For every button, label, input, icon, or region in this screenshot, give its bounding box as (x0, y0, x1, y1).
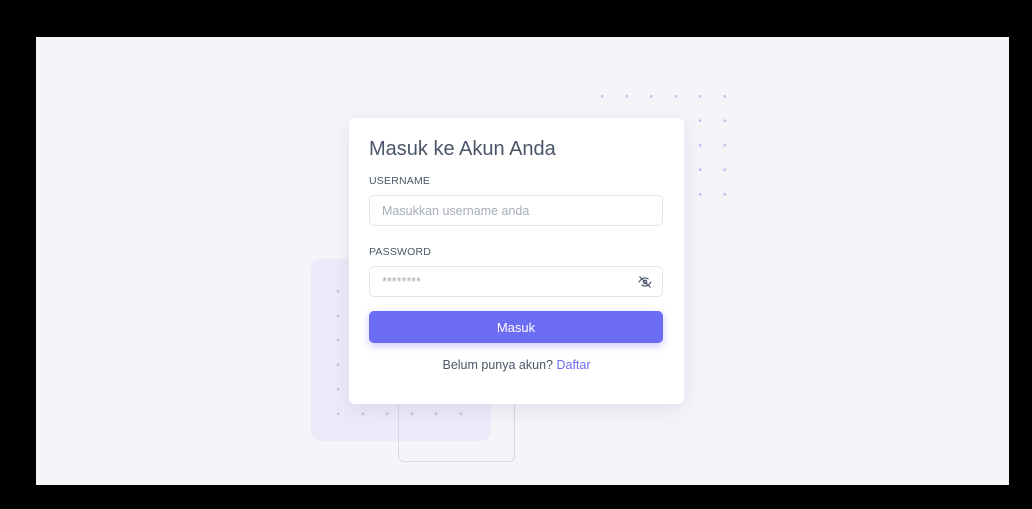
username-label: USERNAME (369, 175, 431, 187)
login-button[interactable]: Masuk (369, 311, 663, 343)
register-prompt-line: Belum punya akun? Daftar (369, 358, 664, 372)
password-input[interactable] (370, 267, 662, 296)
username-input[interactable] (370, 196, 662, 225)
eye-off-icon[interactable] (638, 275, 652, 289)
username-field-wrapper (369, 195, 663, 226)
login-page: Masuk ke Akun Anda USERNAME PASSWORD Mas… (36, 37, 1009, 485)
password-field-wrapper (369, 266, 663, 297)
login-card: Masuk ke Akun Anda USERNAME PASSWORD Mas… (349, 118, 684, 404)
page-title: Masuk ke Akun Anda (369, 138, 556, 160)
register-link[interactable]: Daftar (556, 358, 590, 372)
register-prompt-text: Belum punya akun? (442, 358, 553, 372)
password-label: PASSWORD (369, 246, 432, 258)
